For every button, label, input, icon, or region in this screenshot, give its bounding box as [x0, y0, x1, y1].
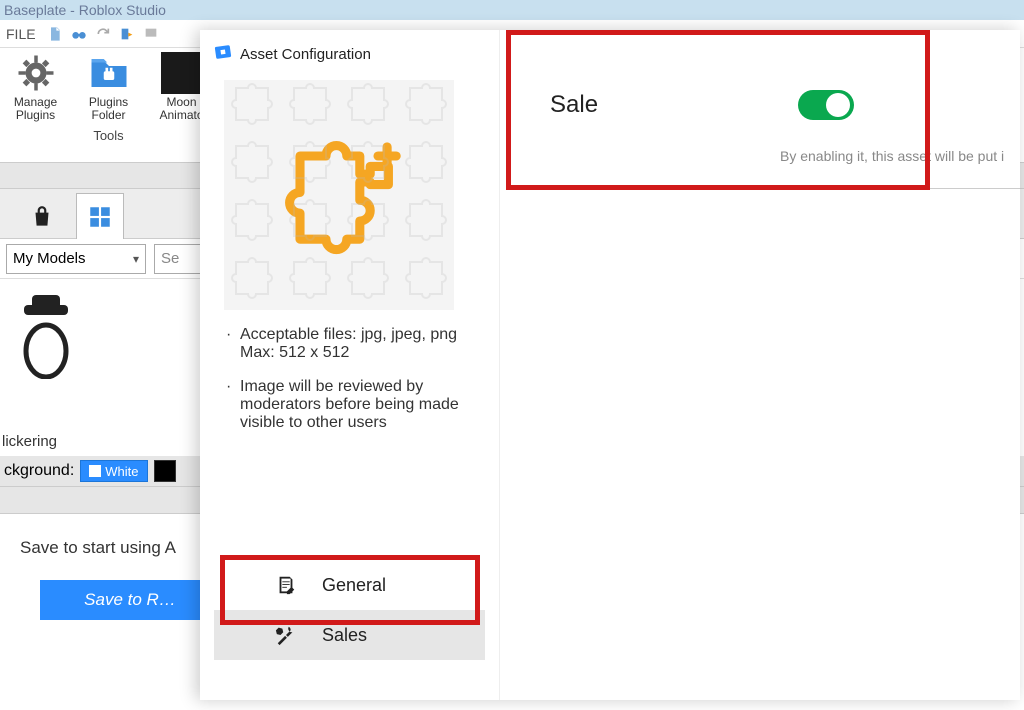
- folder-plug-icon: [88, 52, 130, 94]
- divider: [550, 188, 1020, 189]
- toggle-knob-icon: [826, 93, 850, 117]
- asset-thumbnail[interactable]: [10, 289, 82, 379]
- gear-icon: [15, 52, 57, 94]
- ribbon-group-tools: Manage Plugins Plugins Folder Moon Anima…: [8, 52, 209, 162]
- background-white-button[interactable]: White: [80, 460, 147, 482]
- roblox-logo-icon: [214, 43, 232, 66]
- ribbon-item-label: Manage Plugins: [8, 96, 63, 122]
- toolbox-tab-inventory[interactable]: [76, 193, 124, 239]
- tools-icon: [274, 623, 298, 647]
- sale-hint: By enabling it, this asset will be put i: [780, 148, 1020, 164]
- background-black-button[interactable]: [154, 460, 176, 482]
- ribbon-item-label: Plugins Folder: [81, 96, 136, 122]
- moon-icon: [161, 52, 203, 94]
- document-edit-icon: [274, 573, 298, 597]
- white-swatch-icon: [89, 465, 101, 477]
- window-title: Baseplate - Roblox Studio: [4, 2, 166, 18]
- dialog-left-pane: Asset Configuration ·Acceptable files: j…: [200, 30, 500, 700]
- save-button[interactable]: Save to R…: [40, 580, 220, 620]
- export-icon[interactable]: [118, 25, 136, 43]
- dialog-right-pane: Sale By enabling it, this asset will be …: [500, 30, 1020, 700]
- asset-configuration-dialog: Asset Configuration ·Acceptable files: j…: [200, 30, 1020, 700]
- dialog-title: Asset Configuration: [240, 46, 371, 63]
- search-placeholder: Se: [161, 250, 179, 267]
- new-file-icon[interactable]: [46, 25, 64, 43]
- dropdown-icon[interactable]: [142, 25, 160, 43]
- background-label: ckground:: [4, 462, 74, 480]
- sale-toggle[interactable]: [798, 90, 854, 120]
- ribbon-group-label: Tools: [93, 128, 123, 143]
- nav-sales[interactable]: Sales: [214, 610, 485, 660]
- redo-icon[interactable]: [94, 25, 112, 43]
- file-menu-label[interactable]: FILE: [6, 26, 36, 42]
- dropdown-value: My Models: [13, 250, 86, 267]
- manage-plugins-button[interactable]: Manage Plugins: [8, 52, 63, 122]
- sale-label: Sale: [550, 91, 598, 119]
- thumbnail-info: ·Acceptable files: jpg, jpeg, pngMax: 51…: [226, 326, 485, 448]
- thumbnail-preview[interactable]: [224, 80, 454, 310]
- binoculars-icon[interactable]: [70, 25, 88, 43]
- chevron-down-icon: ▾: [133, 252, 139, 266]
- toolbox-tab-marketplace[interactable]: [18, 193, 66, 239]
- category-dropdown[interactable]: My Models ▾: [6, 244, 146, 274]
- puzzle-pattern-icon: [224, 80, 454, 310]
- nav-general[interactable]: General: [214, 560, 485, 610]
- plugins-folder-button[interactable]: Plugins Folder: [81, 52, 136, 122]
- title-bar: Baseplate - Roblox Studio: [0, 0, 1024, 20]
